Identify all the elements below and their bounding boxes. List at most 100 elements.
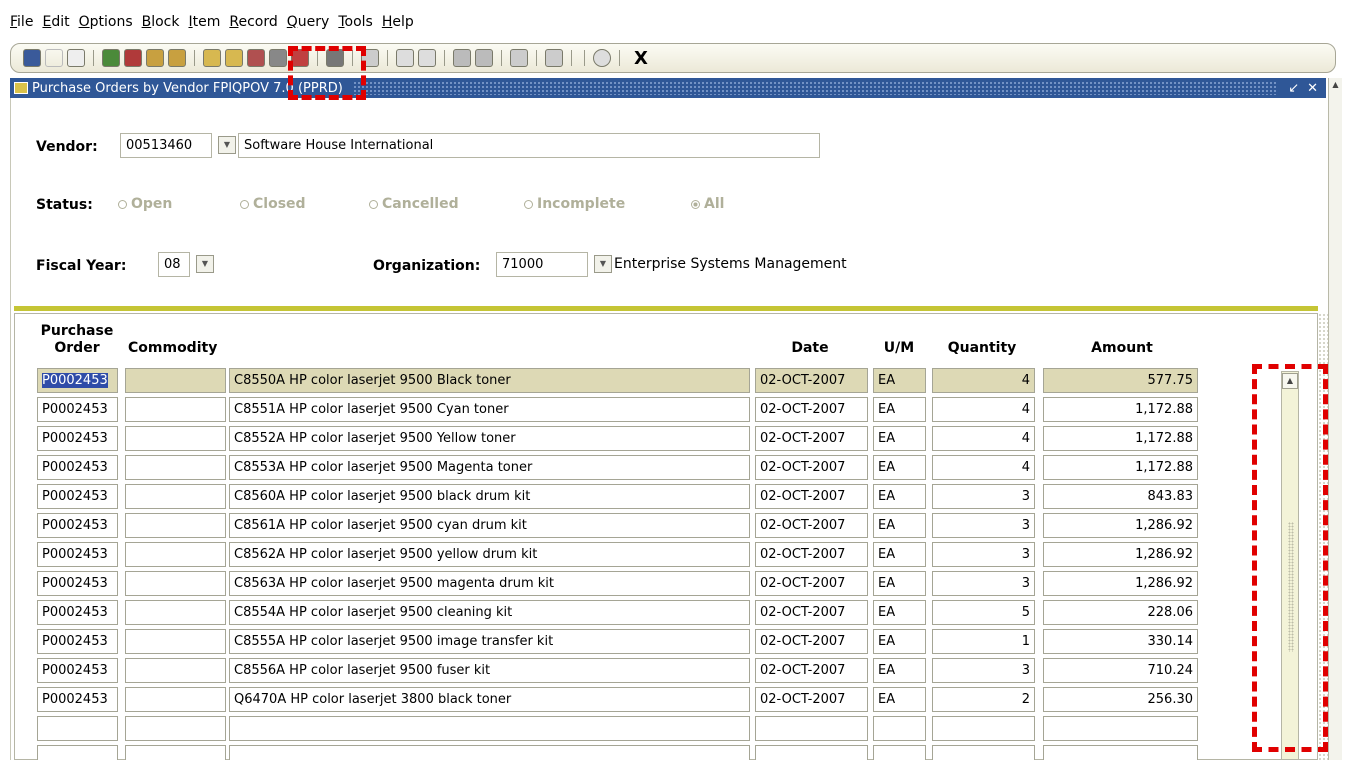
organization-dropdown-icon[interactable]: ▼ [594,255,612,273]
item-properties-icon[interactable] [510,49,528,67]
cell-amount[interactable]: 577.75 [1043,368,1198,393]
next-block-icon[interactable] [124,49,142,67]
cell-amount[interactable]: 710.24 [1043,658,1198,683]
cell-description[interactable]: C8553A HP color laserjet 9500 Magenta to… [229,455,750,480]
cell-um[interactable] [873,716,926,741]
menu-help[interactable]: Help [382,14,414,36]
cell-commodity[interactable] [125,426,226,451]
cell-po[interactable]: P0002453 [37,658,118,683]
cell-po[interactable] [37,716,118,741]
cell-quantity[interactable]: 4 [932,368,1035,393]
cell-quantity[interactable]: 5 [932,600,1035,625]
cell-commodity[interactable] [125,716,226,741]
cell-quantity[interactable]: 3 [932,542,1035,567]
cell-description[interactable]: C8554A HP color laserjet 9500 cleaning k… [229,600,750,625]
cell-quantity[interactable]: 3 [932,571,1035,596]
insert-record-icon[interactable] [269,49,287,67]
extract-data-icon[interactable] [396,49,414,67]
menu-file[interactable]: File [10,14,33,36]
cell-commodity[interactable] [125,542,226,567]
cell-po[interactable]: P0002453 [37,484,118,509]
cell-description[interactable]: C8563A HP color laserjet 9500 magenta dr… [229,571,750,596]
menu-options[interactable]: Options [79,14,133,36]
cell-um[interactable]: EA [873,571,926,596]
execute-query-icon[interactable] [225,49,243,67]
cell-quantity[interactable]: 2 [932,687,1035,712]
cell-description[interactable]: C8552A HP color laserjet 9500 Yellow ton… [229,426,750,451]
scroll-thumb[interactable] [1288,522,1294,652]
cell-date[interactable]: 02-OCT-2007 [755,658,868,683]
cancel-query-icon[interactable] [247,49,265,67]
cell-quantity[interactable]: 3 [932,513,1035,538]
vendor-dropdown-icon[interactable]: ▼ [218,136,236,154]
cell-date[interactable]: 02-OCT-2007 [755,368,868,393]
cell-amount[interactable]: 1,286.92 [1043,513,1198,538]
cell-commodity[interactable] [125,571,226,596]
cell-commodity[interactable] [125,687,226,712]
cell-commodity[interactable] [125,600,226,625]
status-radio-open[interactable]: Open [118,196,172,212]
cell-commodity[interactable] [125,513,226,538]
next-record-icon[interactable] [168,49,186,67]
cell-quantity[interactable] [932,745,1035,760]
select-icon[interactable] [67,49,85,67]
cell-po[interactable]: P0002453 [37,542,118,567]
cell-quantity[interactable]: 3 [932,658,1035,683]
cell-um[interactable]: EA [873,397,926,422]
cell-po[interactable]: P0002453 [37,397,118,422]
cell-amount[interactable]: 256.30 [1043,687,1198,712]
cell-date[interactable]: 02-OCT-2007 [755,600,868,625]
cell-amount[interactable] [1043,745,1198,760]
cell-um[interactable]: EA [873,629,926,654]
menu-block[interactable]: Block [142,14,180,36]
cell-description[interactable]: C8550A HP color laserjet 9500 Black tone… [229,368,750,393]
cell-date[interactable]: 02-OCT-2007 [755,687,868,712]
status-radio-all[interactable]: All [691,196,724,212]
cell-amount[interactable] [1043,716,1198,741]
cell-date[interactable]: 02-OCT-2007 [755,513,868,538]
cell-description[interactable]: C8561A HP color laserjet 9500 cyan drum … [229,513,750,538]
rollback-icon[interactable] [45,49,63,67]
cell-po[interactable]: P0002453 [37,571,118,596]
cell-amount[interactable]: 843.83 [1043,484,1198,509]
cell-quantity[interactable]: 4 [932,455,1035,480]
cell-um[interactable] [873,745,926,760]
extract-data-key-icon[interactable] [418,49,436,67]
cell-description[interactable]: C8560A HP color laserjet 9500 black drum… [229,484,750,509]
cell-commodity[interactable] [125,368,226,393]
cell-description[interactable] [229,716,750,741]
cell-quantity[interactable] [932,716,1035,741]
cell-um[interactable]: EA [873,484,926,509]
site-map-icon[interactable] [545,49,563,67]
scroll-up-icon[interactable]: ▲ [1329,78,1342,92]
cell-date[interactable]: 02-OCT-2007 [755,426,868,451]
cell-date[interactable] [755,745,868,760]
cell-po[interactable]: P0002453 [37,426,118,451]
cell-po[interactable]: P0002453 [37,455,118,480]
cell-date[interactable]: 02-OCT-2007 [755,629,868,654]
cell-date[interactable]: 02-OCT-2007 [755,455,868,480]
exit-button[interactable]: X [634,48,648,69]
menu-tools[interactable]: Tools [338,14,373,36]
related-icon[interactable] [453,49,471,67]
cell-um[interactable]: EA [873,658,926,683]
cell-description[interactable]: C8555A HP color laserjet 9500 image tran… [229,629,750,654]
status-radio-incomplete[interactable]: Incomplete [524,196,625,212]
cell-um[interactable]: EA [873,687,926,712]
cell-commodity[interactable] [125,658,226,683]
cell-quantity[interactable]: 4 [932,426,1035,451]
cell-po[interactable]: P0002453 [37,629,118,654]
cell-description[interactable]: Q6470A HP color laserjet 3800 black tone… [229,687,750,712]
cell-commodity[interactable] [125,745,226,760]
remove-record-icon[interactable] [291,49,309,67]
help-icon[interactable] [593,49,611,67]
cell-amount[interactable]: 1,286.92 [1043,571,1198,596]
print-icon[interactable] [361,49,379,67]
cell-description[interactable]: C8551A HP color laserjet 9500 Cyan toner [229,397,750,422]
cell-commodity[interactable] [125,397,226,422]
cell-um[interactable]: EA [873,513,926,538]
attachment-icon[interactable] [326,49,344,67]
status-radio-cancelled[interactable]: Cancelled [369,196,459,212]
cell-commodity[interactable] [125,455,226,480]
fiscal-year-dropdown-icon[interactable]: ▼ [196,255,214,273]
